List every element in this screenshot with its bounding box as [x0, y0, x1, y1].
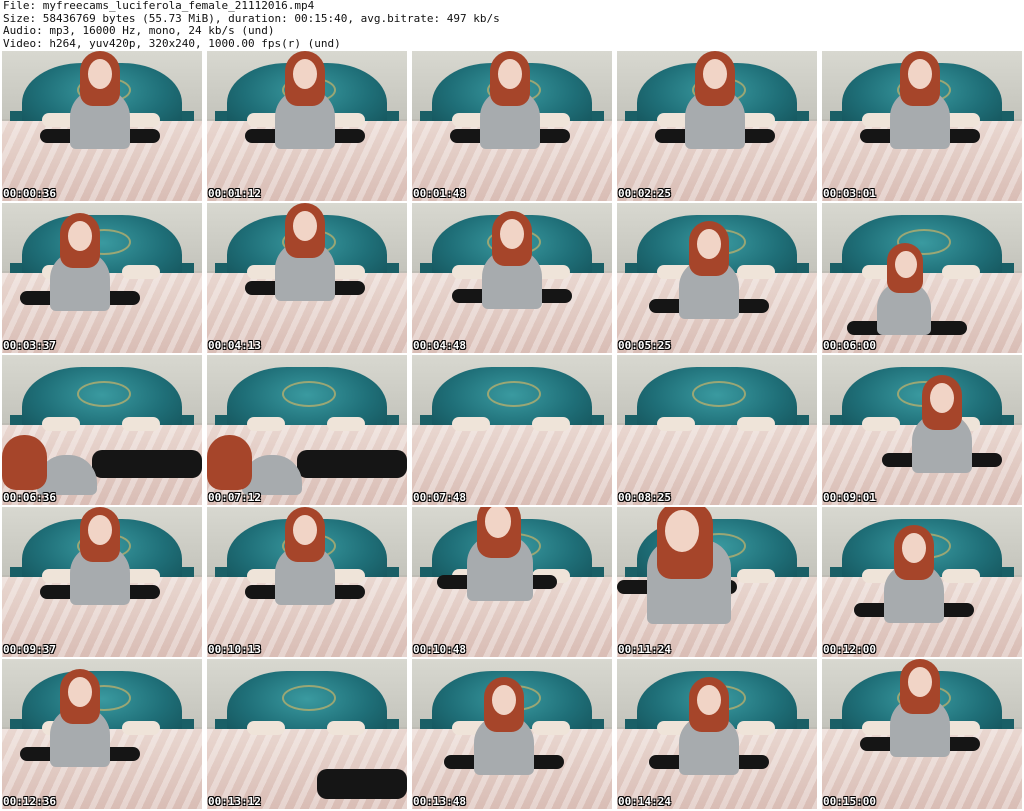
legs [317, 769, 407, 799]
face [68, 221, 92, 251]
face [293, 211, 317, 241]
video-thumbnail: 00:11:24 [617, 507, 817, 657]
video-thumbnail: 00:14:24 [617, 659, 817, 809]
timestamp-label: 00:09:37 [3, 643, 56, 656]
video-thumbnail: 00:09:37 [2, 507, 202, 657]
pillow [737, 265, 775, 279]
pillow [942, 569, 980, 583]
pillow [452, 417, 490, 431]
timestamp-label: 00:05:25 [618, 339, 671, 352]
pillow [247, 721, 285, 735]
pillow [737, 569, 775, 583]
video-thumbnail: 00:04:13 [207, 203, 407, 353]
timestamp-label: 00:07:48 [413, 491, 466, 504]
legs [297, 450, 407, 478]
pillow [942, 265, 980, 279]
video-thumbnail: 00:12:36 [2, 659, 202, 809]
video-thumbnail: 00:12:00 [822, 507, 1022, 657]
video-thumbnail: 00:07:12 [207, 355, 407, 505]
video-thumbnail: 00:01:12 [207, 51, 407, 201]
hair [207, 435, 252, 490]
timestamp-label: 00:07:12 [208, 491, 261, 504]
timestamp-label: 00:00:36 [3, 187, 56, 200]
video-thumbnail: 00:07:48 [412, 355, 612, 505]
pillow [42, 417, 80, 431]
face [293, 515, 317, 545]
timestamp-label: 00:01:12 [208, 187, 261, 200]
video-thumbnail: 00:00:36 [2, 51, 202, 201]
pillow [532, 417, 570, 431]
timestamp-label: 00:10:13 [208, 643, 261, 656]
video-thumbnail: 00:10:48 [412, 507, 612, 657]
video-thumbnail: 00:06:00 [822, 203, 1022, 353]
timestamp-label: 00:10:48 [413, 643, 466, 656]
timestamp-label: 00:04:48 [413, 339, 466, 352]
face [895, 251, 917, 278]
pillow [327, 721, 365, 735]
face [68, 677, 92, 707]
timestamp-label: 00:13:12 [208, 795, 261, 808]
video-thumbnail: 00:13:12 [207, 659, 407, 809]
timestamp-label: 00:12:00 [823, 643, 876, 656]
face [697, 229, 721, 259]
video-thumbnail: 00:13:48 [412, 659, 612, 809]
timestamp-label: 00:06:36 [3, 491, 56, 504]
timestamp-label: 00:01:48 [413, 187, 466, 200]
face [902, 533, 926, 563]
video-thumbnail: 00:01:48 [412, 51, 612, 201]
hair [2, 435, 47, 490]
timestamp-label: 00:15:00 [823, 795, 876, 808]
pillow [862, 417, 900, 431]
video-thumbnail: 00:09:01 [822, 355, 1022, 505]
face [492, 685, 516, 715]
audio-info-line: Audio: mp3, 16000 Hz, mono, 24 kb/s (und… [3, 24, 275, 37]
timestamp-label: 00:12:36 [3, 795, 56, 808]
pillow [122, 417, 160, 431]
pillow [327, 417, 365, 431]
face [665, 510, 699, 552]
timestamp-label: 00:08:25 [618, 491, 671, 504]
face [930, 383, 954, 413]
face [908, 667, 932, 697]
file-info-header: File: myfreecams_luciferola_female_21112… [3, 0, 500, 50]
video-info-line: Video: h264, yuv420p, 320x240, 1000.00 f… [3, 36, 341, 50]
video-thumbnail: 00:10:13 [207, 507, 407, 657]
pillow [657, 417, 695, 431]
timestamp-label: 00:03:01 [823, 187, 876, 200]
timestamp-label: 00:13:48 [413, 795, 466, 808]
pillow [532, 721, 570, 735]
face [498, 59, 522, 89]
video-thumbnail: 00:04:48 [412, 203, 612, 353]
pillow [247, 417, 285, 431]
pillow [737, 721, 775, 735]
legs [92, 450, 202, 478]
video-thumbnail: 00:08:25 [617, 355, 817, 505]
pillow [737, 417, 775, 431]
timestamp-label: 00:14:24 [618, 795, 671, 808]
video-thumbnail: 00:05:25 [617, 203, 817, 353]
face [88, 515, 112, 545]
face [697, 685, 721, 715]
timestamp-label: 00:03:37 [3, 339, 56, 352]
face [703, 59, 727, 89]
face [908, 59, 932, 89]
pillow [122, 265, 160, 279]
face [500, 219, 524, 249]
thumbnail-grid: 00:00:36 00:01:12 00:01:48 00:02:25 00:03:01… [2, 51, 1022, 809]
file-name-line: File: myfreecams_luciferola_female_21112… [3, 0, 315, 12]
timestamp-label: 00:09:01 [823, 491, 876, 504]
video-thumbnail: 00:15:00 [822, 659, 1022, 809]
timestamp-label: 00:04:13 [208, 339, 261, 352]
face [88, 59, 112, 89]
timestamp-label: 00:11:24 [618, 643, 671, 656]
timestamp-label: 00:06:00 [823, 339, 876, 352]
video-thumbnail: 00:03:37 [2, 203, 202, 353]
timestamp-label: 00:02:25 [618, 187, 671, 200]
pillow [122, 721, 160, 735]
face [293, 59, 317, 89]
video-thumbnail: 00:02:25 [617, 51, 817, 201]
video-thumbnail: 00:03:01 [822, 51, 1022, 201]
video-thumbnail: 00:06:36 [2, 355, 202, 505]
